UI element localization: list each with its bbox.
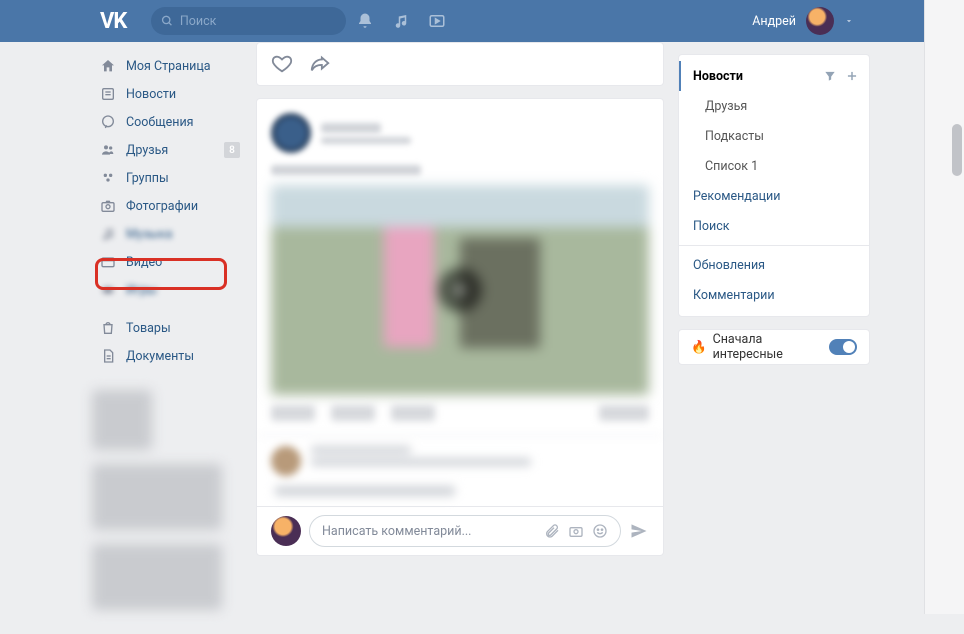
nav-games[interactable]: Игры bbox=[92, 276, 242, 304]
filter-comments[interactable]: Комментарии bbox=[679, 280, 869, 310]
chevron-down-icon bbox=[844, 16, 854, 26]
scroll-thumb[interactable] bbox=[952, 124, 962, 176]
nav-video[interactable]: Видео bbox=[92, 248, 242, 276]
post-header bbox=[271, 113, 649, 153]
games-icon bbox=[98, 280, 118, 300]
nav-groups[interactable]: Группы bbox=[92, 164, 242, 192]
post-footer bbox=[271, 405, 649, 421]
comment-avatar bbox=[271, 516, 301, 546]
comment-placeholder: Написать комментарий... bbox=[322, 524, 471, 539]
music-icon bbox=[98, 224, 118, 244]
nav-label: Фотографии bbox=[126, 199, 198, 214]
share-icon[interactable] bbox=[309, 53, 331, 75]
filter-search[interactable]: Поиск bbox=[679, 211, 869, 241]
nav-label: Моя Страница bbox=[126, 59, 211, 74]
nav-music[interactable]: Музыка bbox=[92, 220, 242, 248]
nav-photos[interactable]: Фотографии bbox=[92, 192, 242, 220]
nav-market[interactable]: Товары bbox=[92, 314, 242, 342]
video-thumbnail[interactable] bbox=[271, 185, 649, 395]
username: Андрей bbox=[752, 14, 796, 29]
play-icon bbox=[438, 268, 482, 312]
video-icon bbox=[98, 252, 118, 272]
post-actions-card bbox=[256, 42, 664, 86]
nav-label: Музыка bbox=[126, 227, 172, 242]
nav-label: Документы bbox=[126, 349, 194, 364]
filter-podcasts[interactable]: Подкасты bbox=[679, 121, 869, 151]
nav-label: Видео bbox=[126, 255, 162, 270]
play-box-icon[interactable] bbox=[428, 12, 446, 30]
friends-badge: 8 bbox=[224, 142, 240, 158]
avatar bbox=[806, 7, 834, 35]
filter-list1[interactable]: Список 1 bbox=[679, 151, 869, 181]
filter-label: Комментарии bbox=[693, 288, 775, 303]
left-sidebar: Моя Страница Новости Сообщения Друзья 8 … bbox=[92, 42, 242, 634]
toggle-switch[interactable] bbox=[829, 339, 857, 355]
author-avatar[interactable] bbox=[271, 113, 311, 153]
nav-label: Сообщения bbox=[126, 115, 194, 130]
friends-icon bbox=[98, 140, 118, 160]
search-box[interactable] bbox=[151, 7, 346, 35]
bell-icon[interactable] bbox=[356, 12, 374, 30]
home-icon bbox=[98, 56, 118, 76]
nav-label: Новости bbox=[126, 87, 176, 102]
groups-icon bbox=[98, 168, 118, 188]
funnel-icon[interactable] bbox=[823, 69, 837, 83]
vk-logo[interactable]: VK bbox=[100, 9, 126, 34]
feed: Написать комментарий... bbox=[256, 42, 664, 634]
filter-label: Подкасты bbox=[705, 129, 764, 144]
filter-label: Рекомендации bbox=[693, 189, 780, 204]
filter-label: Список 1 bbox=[705, 159, 758, 174]
nav-friends[interactable]: Друзья 8 bbox=[92, 136, 242, 164]
comment-input-row: Написать комментарий... bbox=[257, 506, 663, 555]
chat-icon bbox=[98, 112, 118, 132]
sidebar-extras bbox=[92, 390, 242, 610]
filter-label: Обновления bbox=[693, 258, 765, 273]
nav-messages[interactable]: Сообщения bbox=[92, 108, 242, 136]
comments bbox=[257, 435, 663, 506]
smile-icon[interactable] bbox=[592, 523, 608, 539]
filter-label: Поиск bbox=[693, 219, 730, 234]
shop-icon bbox=[98, 318, 118, 338]
filters-card: Новости Друзья Подкасты Список 1 Рекомен… bbox=[678, 54, 870, 317]
attach-icon[interactable] bbox=[544, 523, 560, 539]
filter-updates[interactable]: Обновления bbox=[679, 250, 869, 280]
search-icon bbox=[161, 14, 174, 28]
toggle-label: Сначала интересные bbox=[713, 332, 829, 362]
right-sidebar: Новости Друзья Подкасты Список 1 Рекомен… bbox=[678, 42, 870, 634]
music-icon[interactable] bbox=[392, 12, 410, 30]
plus-icon[interactable] bbox=[845, 69, 859, 83]
post-body bbox=[271, 165, 649, 395]
docs-icon bbox=[98, 346, 118, 366]
filter-label: Новости bbox=[693, 69, 743, 84]
filter-news[interactable]: Новости bbox=[679, 61, 869, 91]
fire-icon: 🔥 bbox=[691, 340, 707, 355]
nav-docs[interactable]: Документы bbox=[92, 342, 242, 370]
camera-icon bbox=[98, 196, 118, 216]
interesting-first-card: 🔥 Сначала интересные bbox=[678, 329, 870, 365]
post-card: Написать комментарий... bbox=[256, 98, 664, 556]
nav-label: Группы bbox=[126, 171, 169, 186]
filter-friends[interactable]: Друзья bbox=[679, 91, 869, 121]
news-icon bbox=[98, 84, 118, 104]
photo-icon[interactable] bbox=[568, 523, 584, 539]
nav-news[interactable]: Новости bbox=[92, 80, 242, 108]
header-icons bbox=[356, 12, 446, 30]
page-scrollbar[interactable] bbox=[924, 0, 964, 614]
top-header: VK Андрей bbox=[0, 0, 964, 42]
nav-my-page[interactable]: Моя Страница bbox=[92, 52, 242, 80]
send-icon[interactable] bbox=[629, 521, 649, 541]
nav-label: Игры bbox=[126, 283, 157, 298]
filter-label: Друзья bbox=[705, 99, 747, 114]
filter-recommendations[interactable]: Рекомендации bbox=[679, 181, 869, 211]
nav-label: Друзья bbox=[126, 143, 168, 158]
nav-label: Товары bbox=[126, 321, 171, 336]
like-icon[interactable] bbox=[271, 53, 293, 75]
comment-field[interactable]: Написать комментарий... bbox=[309, 515, 621, 547]
header-user[interactable]: Андрей bbox=[752, 7, 854, 35]
search-input[interactable] bbox=[180, 14, 336, 29]
